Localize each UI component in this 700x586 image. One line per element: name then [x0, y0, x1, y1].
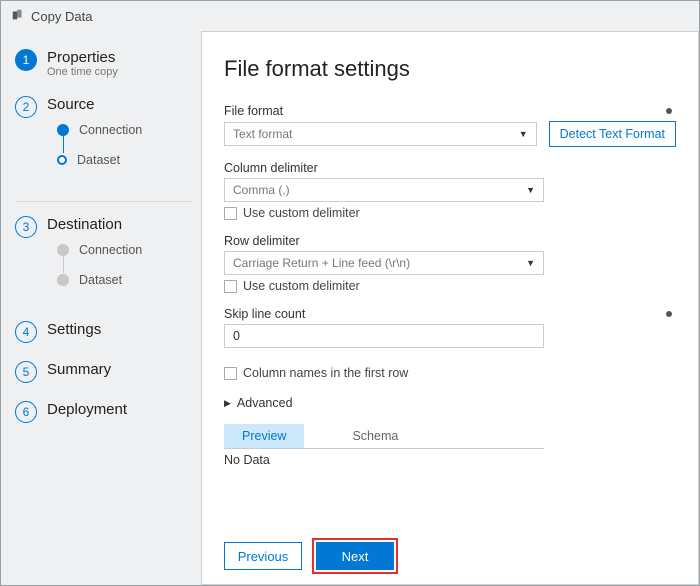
substep-connection[interactable]: Connection	[57, 123, 193, 137]
copy-icon	[11, 8, 25, 25]
substep-label: Connection	[79, 123, 142, 137]
step-number: 3	[15, 216, 37, 238]
file-format-select[interactable]: Text format ▼	[224, 122, 537, 146]
substep-label: Connection	[79, 243, 142, 257]
copy-data-wizard: Copy Data 1 Properties One time copy 2 S…	[0, 0, 700, 586]
step-number: 5	[15, 361, 37, 383]
wizard-sidebar: 1 Properties One time copy 2 Source Conn…	[1, 31, 201, 585]
info-icon[interactable]	[666, 311, 672, 317]
advanced-label: Advanced	[237, 396, 293, 410]
main-panel: File format settings File format Text fo…	[201, 31, 699, 585]
skip-line-count-input[interactable]	[224, 324, 544, 348]
wizard-footer: Previous Next	[224, 542, 394, 570]
divider	[15, 201, 193, 202]
substep-dot-icon	[57, 155, 67, 165]
substep-connection[interactable]: Connection	[57, 243, 193, 257]
substep-dataset[interactable]: Dataset	[57, 273, 193, 287]
row-delimiter-select[interactable]: Carriage Return + Line feed (\r\n) ▼	[224, 251, 544, 275]
field-column-delimiter: Column delimiter Comma (,) ▼ Use custom …	[224, 161, 676, 220]
field-row-delimiter: Row delimiter Carriage Return + Line fee…	[224, 234, 676, 293]
checkbox-label: Column names in the first row	[243, 366, 408, 380]
chevron-down-icon: ▼	[519, 129, 528, 139]
substep-dot-icon	[57, 274, 69, 286]
step-settings[interactable]: 4 Settings	[15, 321, 193, 343]
step-label: Source	[47, 96, 193, 113]
next-button[interactable]: Next	[316, 542, 394, 570]
advanced-toggle[interactable]: ▶ Advanced	[224, 396, 676, 410]
no-data-message: No Data	[224, 453, 676, 467]
substep-label: Dataset	[79, 273, 122, 287]
field-label: Column delimiter	[224, 161, 318, 175]
tab-preview[interactable]: Preview	[224, 424, 304, 448]
substep-label: Dataset	[77, 153, 120, 167]
field-label: Skip line count	[224, 307, 305, 321]
substep-dataset[interactable]: Dataset	[57, 153, 193, 167]
step-label: Deployment	[47, 401, 127, 418]
checkbox-icon	[224, 280, 237, 293]
chevron-down-icon: ▼	[526, 185, 535, 195]
step-number: 4	[15, 321, 37, 343]
step-properties[interactable]: 1 Properties One time copy	[15, 49, 193, 78]
step-summary[interactable]: 5 Summary	[15, 361, 193, 383]
checkbox-icon	[224, 207, 237, 220]
custom-column-delimiter-checkbox[interactable]: Use custom delimiter	[224, 206, 676, 220]
step-label: Settings	[47, 321, 101, 338]
column-delimiter-select[interactable]: Comma (,) ▼	[224, 178, 544, 202]
page-title: File format settings	[224, 56, 676, 82]
checkbox-icon	[224, 367, 237, 380]
titlebar: Copy Data	[1, 1, 699, 31]
custom-row-delimiter-checkbox[interactable]: Use custom delimiter	[224, 279, 676, 293]
substep-connector	[63, 255, 65, 273]
chevron-right-icon: ▶	[224, 398, 231, 409]
tab-schema[interactable]: Schema	[334, 424, 416, 448]
field-skip-line-count: Skip line count	[224, 307, 676, 348]
step-number: 1	[15, 49, 37, 71]
select-value: Comma (,)	[233, 183, 290, 197]
step-label: Summary	[47, 361, 111, 378]
step-destination[interactable]: 3 Destination Connection Dataset	[15, 216, 193, 303]
step-source[interactable]: 2 Source Connection Dataset	[15, 96, 193, 183]
step-number: 2	[15, 96, 37, 118]
info-icon[interactable]	[666, 108, 672, 114]
step-label: Destination	[47, 216, 193, 233]
step-label: Properties	[47, 49, 118, 66]
column-names-first-row-checkbox[interactable]: Column names in the first row	[224, 366, 676, 380]
field-label: Row delimiter	[224, 234, 300, 248]
step-sublabel: One time copy	[47, 66, 118, 78]
step-deployment[interactable]: 6 Deployment	[15, 401, 193, 423]
preview-schema-tabs: Preview Schema	[224, 424, 544, 449]
previous-button[interactable]: Previous	[224, 542, 302, 570]
field-file-format: File format Text format ▼ Detect Text Fo…	[224, 104, 676, 147]
substep-connector	[63, 135, 65, 153]
chevron-down-icon: ▼	[526, 258, 535, 268]
checkbox-label: Use custom delimiter	[243, 206, 360, 220]
detect-text-format-button[interactable]: Detect Text Format	[549, 121, 676, 147]
step-number: 6	[15, 401, 37, 423]
field-label: File format	[224, 104, 283, 118]
select-value: Text format	[233, 127, 292, 141]
window-title: Copy Data	[31, 9, 92, 24]
checkbox-label: Use custom delimiter	[243, 279, 360, 293]
select-value: Carriage Return + Line feed (\r\n)	[233, 256, 410, 270]
